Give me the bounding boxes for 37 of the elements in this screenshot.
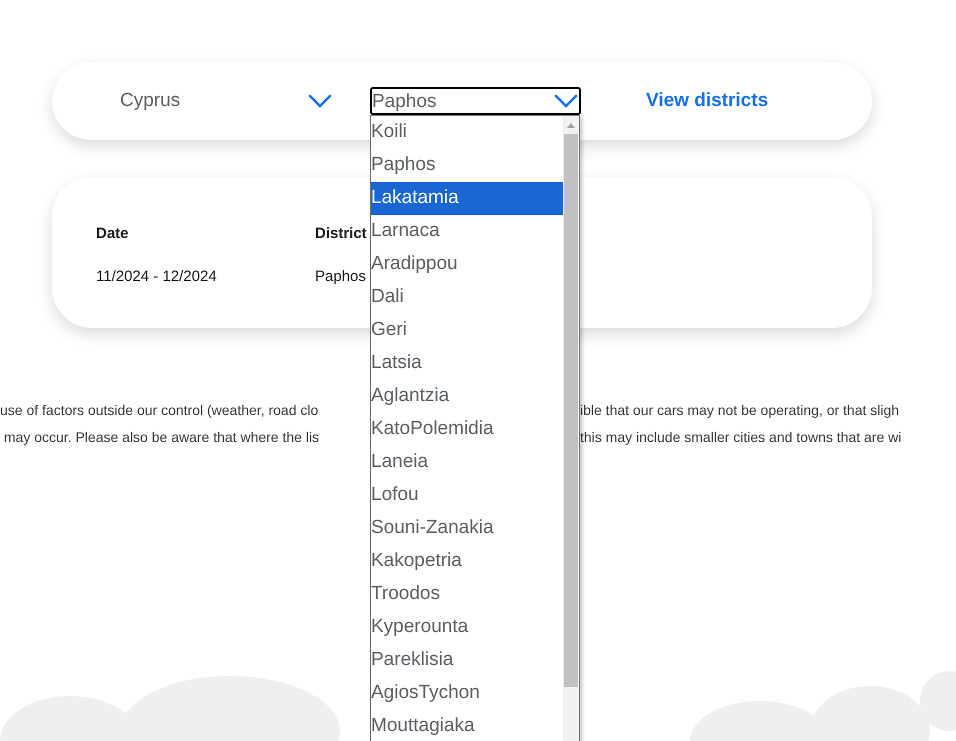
district-value: Paphos [372,92,436,110]
table-cell-text: 11/2024 - 12/2024 [96,266,218,286]
chevron-down-icon [554,94,578,108]
dropdown-option[interactable]: Troodos [371,578,563,611]
notice-text: this may include smaller cities and towns that are wi [580,428,902,447]
dropdown-option[interactable]: AgiosTychon [371,677,563,710]
dropdown-option[interactable]: Laneia [371,446,563,479]
dropdown-option[interactable]: Pareklisia [371,644,563,677]
dropdown-option[interactable]: Souni-Zanakia [371,512,563,545]
dropdown-option[interactable]: Lakatamia [371,182,563,215]
scroll-up-icon[interactable] [567,122,575,128]
view-districts-link[interactable]: View districts [646,86,768,116]
dropdown-option[interactable]: Aglantzia [371,380,563,413]
country-value: Cyprus [120,88,180,113]
dropdown-option[interactable]: Dali [371,281,563,314]
dropdown-option[interactable]: Larnaca [371,215,563,248]
dropdown-option[interactable]: Paphos [371,149,563,182]
dropdown-option[interactable]: Kakopetria [371,545,563,578]
dropdown-option[interactable]: Koili [371,116,563,149]
scrollbar[interactable] [563,116,579,741]
district-select[interactable]: Paphos [370,87,581,115]
dropdown-option[interactable]: Geri [371,314,563,347]
dropdown-option[interactable]: Aradippou [371,248,563,281]
scrollbar-thumb[interactable] [564,134,578,687]
column-header: District [315,224,367,244]
notice-text: may occur. Please also be aware that where the lis [2,428,320,447]
table-cell-text: Paphos [315,266,366,286]
dropdown-option[interactable]: Latsia [371,347,563,380]
column-header: Date [96,224,130,244]
dropdown-option[interactable]: Mouttagiaka [371,710,563,741]
dropdown-option[interactable]: KatoPolemidia [371,413,563,446]
dropdown-option[interactable]: Lofou [371,479,563,512]
dropdown-option[interactable]: Kyperounta [371,611,563,644]
notice-text: ible that our cars may not be operating, or that sligh [580,401,900,420]
notice-text: use of factors outside our control (weather, road clo [0,401,320,420]
chevron-down-icon [308,94,332,108]
country-select[interactable]: Cyprus [120,86,332,116]
